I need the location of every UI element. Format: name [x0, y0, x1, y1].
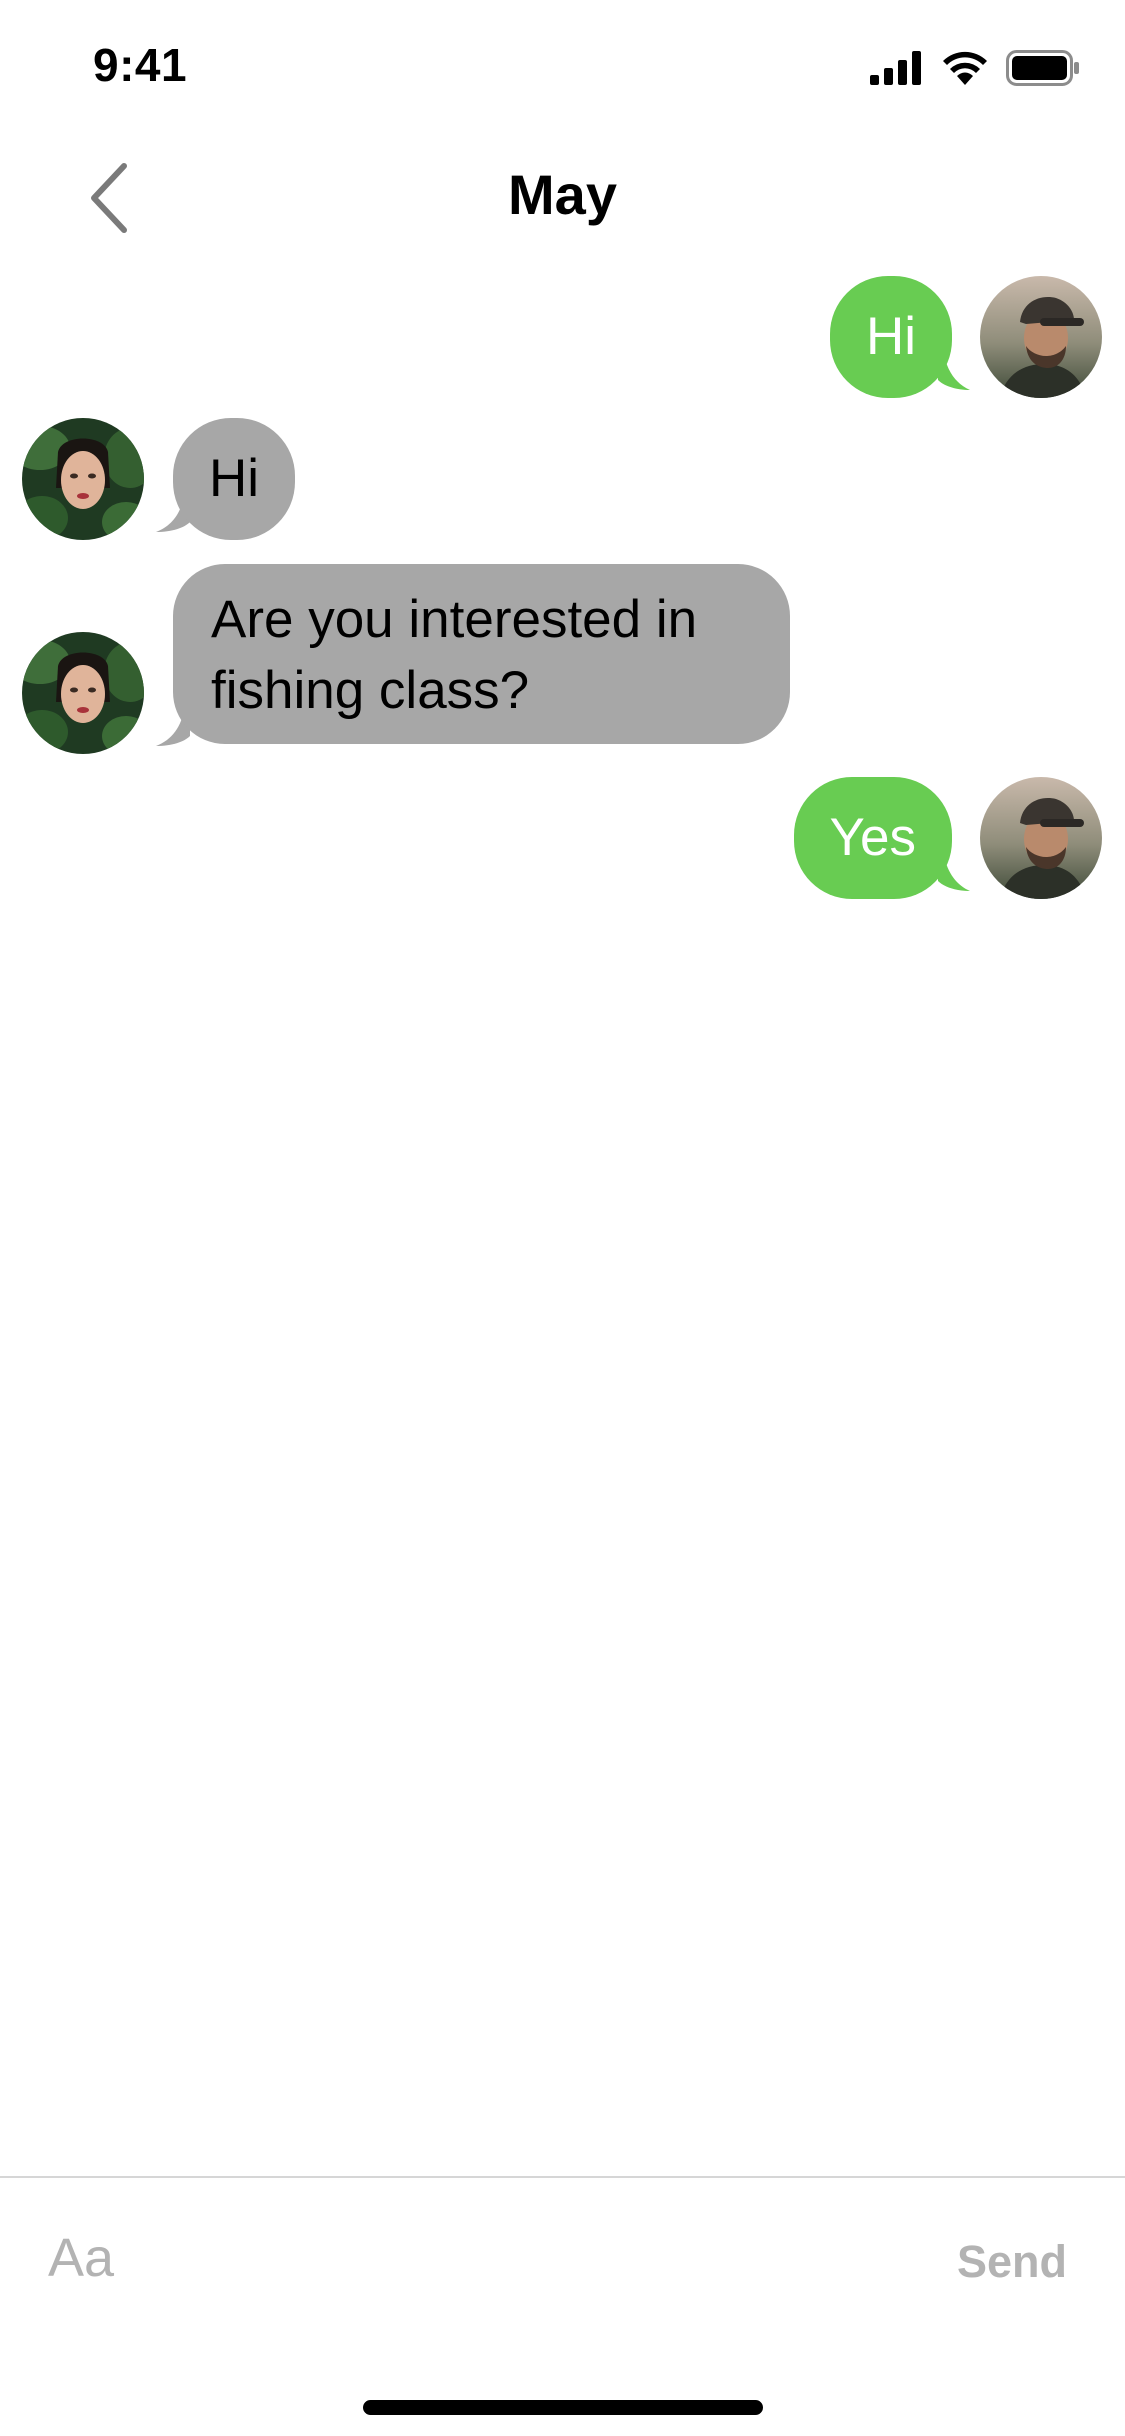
wifi-icon: [942, 51, 988, 90]
avatar-contact[interactable]: [22, 418, 144, 540]
avatar-contact[interactable]: [22, 632, 144, 754]
message-bubble-outgoing[interactable]: Hi: [829, 276, 952, 398]
nav-header: May: [0, 140, 1125, 250]
message-input[interactable]: [48, 2218, 898, 2298]
battery-icon: [1006, 50, 1080, 91]
message-bubble-incoming[interactable]: Hi: [173, 418, 296, 540]
status-time: 9:41: [93, 39, 188, 91]
home-indicator[interactable]: [363, 2400, 763, 2415]
message-row-outgoing: Hi: [0, 276, 1125, 398]
message-row-outgoing: Yes: [0, 777, 1125, 899]
send-button[interactable]: Send: [957, 2236, 1067, 2288]
avatar-me[interactable]: [980, 276, 1102, 398]
message-row-incoming: Hi: [0, 418, 1125, 540]
message-bubble-incoming[interactable]: Are you interested in fishing class?: [173, 564, 790, 744]
message-composer: Send: [0, 2176, 1125, 2436]
conversation-title: May: [508, 163, 617, 226]
avatar-me[interactable]: [980, 777, 1102, 899]
message-row-incoming: Are you interested in fishing class?: [0, 564, 1125, 754]
message-bubble-outgoing[interactable]: Yes: [793, 777, 952, 899]
cellular-signal-icon: [870, 51, 924, 90]
status-icons: [870, 50, 1080, 91]
status-bar: 9:41: [0, 0, 1125, 132]
chat-screen: 9:41 May Hi Hi Are you interested in fis…: [0, 0, 1125, 2436]
